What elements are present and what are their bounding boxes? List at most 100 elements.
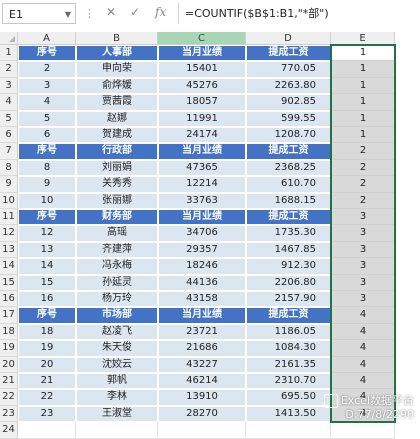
header-cell[interactable]: 序号 — [18, 143, 76, 160]
table-cell[interactable]: 12214 — [158, 176, 246, 193]
select-all-button[interactable] — [0, 32, 18, 45]
table-cell[interactable]: 19 — [18, 340, 76, 357]
header-cell[interactable]: 序号 — [18, 307, 76, 324]
countif-result-cell[interactable]: 4 — [331, 323, 395, 341]
table-cell[interactable]: 610.70 — [246, 176, 331, 193]
table-cell[interactable]: 2263.80 — [246, 77, 331, 95]
column-header-b[interactable]: B — [76, 32, 158, 45]
table-cell[interactable]: 9 — [18, 176, 76, 193]
row-header[interactable]: 12 — [0, 225, 18, 242]
table-cell[interactable]: 15401 — [158, 61, 246, 78]
name-box[interactable]: E1 ▼ — [2, 3, 76, 24]
table-cell[interactable]: 杨万玲 — [76, 291, 158, 308]
confirm-icon[interactable]: ✓ — [130, 5, 140, 19]
row-header[interactable]: 7 — [0, 143, 18, 160]
table-cell[interactable]: 朱天俊 — [76, 340, 158, 357]
header-cell[interactable]: 当月业绩 — [158, 143, 246, 160]
table-cell[interactable]: 13910 — [158, 389, 246, 406]
table-cell[interactable]: 赵凌飞 — [76, 323, 158, 341]
table-cell[interactable]: 王淑堂 — [76, 405, 158, 423]
row-header[interactable]: 18 — [0, 323, 18, 341]
spreadsheet-grid[interactable]: A B C D E 1 序号 人事部 当月业绩 提成工资 1 2 2 申向荣 15401 770.05 1 3 3 俞… — [0, 28, 420, 439]
countif-result-cell[interactable]: 2 — [331, 143, 395, 160]
table-cell[interactable]: 21686 — [158, 340, 246, 357]
row-header[interactable]: 8 — [0, 159, 18, 177]
row-header[interactable]: 14 — [0, 258, 18, 275]
table-cell[interactable]: 俞烨媛 — [76, 77, 158, 95]
countif-result-cell[interactable]: 1 — [331, 94, 395, 111]
table-cell[interactable]: 3 — [18, 77, 76, 95]
table-cell[interactable]: 599.55 — [246, 110, 331, 127]
table-cell[interactable]: 刘丽娟 — [76, 159, 158, 177]
row-header[interactable]: 2 — [0, 61, 18, 78]
table-cell[interactable]: 18 — [18, 323, 76, 341]
row-header[interactable]: 9 — [0, 176, 18, 193]
row-header[interactable]: 22 — [0, 389, 18, 406]
table-cell[interactable]: 1688.15 — [246, 192, 331, 209]
table-cell[interactable]: 2 — [18, 61, 76, 78]
table-cell[interactable]: 5 — [18, 110, 76, 127]
table-cell[interactable]: 2161.35 — [246, 356, 331, 373]
header-cell[interactable]: 当月业绩 — [158, 45, 246, 62]
insert-function-icon[interactable]: fx — [155, 5, 166, 19]
table-cell[interactable]: 45276 — [158, 77, 246, 95]
table-cell[interactable]: 2157.90 — [246, 291, 331, 308]
formula-input[interactable]: =COUNTIF($B$1:B1,"*部") — [178, 3, 418, 24]
table-cell[interactable]: 沈姣云 — [76, 356, 158, 373]
countif-result-cell[interactable]: 3 — [331, 274, 395, 291]
table-cell[interactable]: 1413.50 — [246, 405, 331, 423]
header-cell[interactable]: 提成工资 — [246, 209, 331, 226]
header-cell[interactable]: 当月业绩 — [158, 307, 246, 324]
countif-result-cell[interactable]: 4 — [331, 307, 395, 324]
column-header-d[interactable]: D — [246, 32, 331, 45]
table-cell[interactable]: 2206.80 — [246, 274, 331, 291]
table-cell[interactable]: 12 — [18, 225, 76, 242]
table-cell[interactable]: 24174 — [158, 127, 246, 144]
row-header[interactable]: 15 — [0, 274, 18, 291]
table-cell[interactable]: 1735.30 — [246, 225, 331, 242]
table-cell[interactable]: 贾茜霞 — [76, 94, 158, 111]
empty-cell[interactable] — [331, 422, 395, 439]
table-cell[interactable]: 47365 — [158, 159, 246, 177]
table-cell[interactable]: 6 — [18, 127, 76, 144]
table-cell[interactable]: 18246 — [158, 258, 246, 275]
table-cell[interactable]: 贺建成 — [76, 127, 158, 144]
table-cell[interactable]: 赵娜 — [76, 110, 158, 127]
countif-result-cell[interactable]: 2 — [331, 192, 395, 209]
table-cell[interactable]: 11991 — [158, 110, 246, 127]
header-cell[interactable]: 提成工资 — [246, 143, 331, 160]
countif-result-cell[interactable]: 3 — [331, 291, 395, 308]
countif-result-cell[interactable]: 1 — [331, 77, 395, 95]
row-header[interactable]: 21 — [0, 373, 18, 390]
table-cell[interactable]: 902.85 — [246, 94, 331, 111]
countif-result-cell[interactable]: 1 — [331, 45, 395, 62]
table-cell[interactable]: 10 — [18, 192, 76, 209]
header-cell[interactable]: 市场部 — [76, 307, 158, 324]
header-cell[interactable]: 序号 — [18, 209, 76, 226]
row-header[interactable]: 20 — [0, 356, 18, 373]
table-cell[interactable]: 21 — [18, 373, 76, 390]
table-cell[interactable]: 912.30 — [246, 258, 331, 275]
countif-result-cell[interactable]: 2 — [331, 159, 395, 177]
countif-result-cell[interactable]: 4 — [331, 356, 395, 373]
table-cell[interactable]: 44136 — [158, 274, 246, 291]
countif-result-cell[interactable]: 3 — [331, 241, 395, 259]
header-cell[interactable]: 财务部 — [76, 209, 158, 226]
countif-result-cell[interactable]: 1 — [331, 61, 395, 78]
table-cell[interactable]: 14 — [18, 258, 76, 275]
table-cell[interactable]: 695.50 — [246, 389, 331, 406]
table-cell[interactable]: 28270 — [158, 405, 246, 423]
table-cell[interactable]: 高瑶 — [76, 225, 158, 242]
header-cell[interactable]: 人事部 — [76, 45, 158, 62]
table-cell[interactable]: 张丽娜 — [76, 192, 158, 209]
row-header[interactable]: 4 — [0, 94, 18, 111]
row-header[interactable]: 11 — [0, 209, 18, 226]
table-cell[interactable]: 13 — [18, 241, 76, 259]
row-header[interactable]: 1 — [0, 45, 18, 62]
empty-cell[interactable] — [246, 422, 331, 439]
empty-cell[interactable] — [158, 422, 246, 439]
row-header[interactable]: 24 — [0, 422, 18, 439]
table-cell[interactable]: 4 — [18, 94, 76, 111]
table-cell[interactable]: 20 — [18, 356, 76, 373]
table-cell[interactable]: 43158 — [158, 291, 246, 308]
